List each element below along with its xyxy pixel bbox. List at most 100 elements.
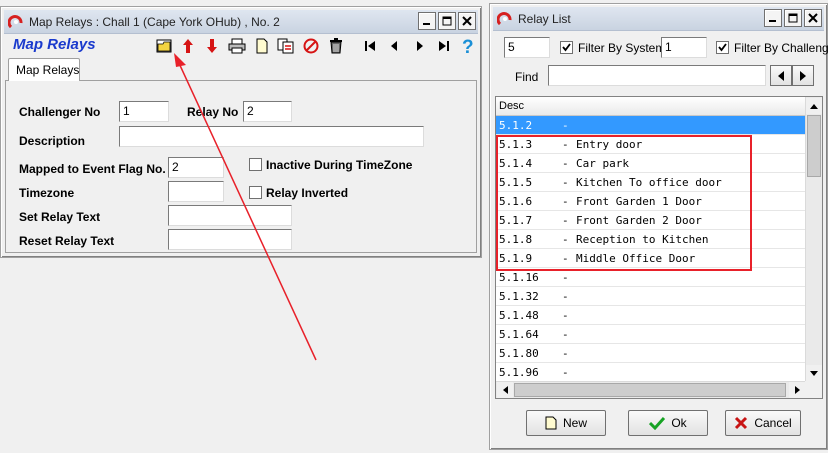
list-item[interactable]: 5.1.80 - [496,344,806,363]
new-button[interactable] [251,35,273,57]
open-button[interactable] [153,35,175,57]
find-input[interactable] [548,65,766,86]
relay-no-field[interactable]: 2 [243,101,292,122]
prev-record-button[interactable] [383,35,405,57]
challenger-no-label: Challenger No [19,105,101,119]
toolbar: ? [151,35,481,59]
relay-dash: - [562,366,569,379]
checkmark-icon [718,43,727,52]
maximize-button[interactable] [438,12,456,30]
relay-dash: - [562,328,569,341]
column-header-desc[interactable]: Desc [496,97,806,116]
cancel-button[interactable]: Cancel [725,410,801,436]
list-item[interactable]: 5.1.2 - [496,116,806,135]
set-relay-text-field[interactable] [168,205,292,226]
trash-button[interactable] [325,35,347,57]
close-button[interactable] [458,12,476,30]
horizontal-scrollbar[interactable] [496,381,806,398]
scroll-thumb[interactable] [807,115,821,177]
delete-icon [303,38,319,54]
relay-inverted-checkbox[interactable] [249,186,262,199]
window-title: Map Relays : Chall 1 (Cape York OHub) , … [29,15,280,29]
next-record-button[interactable] [409,35,431,57]
cancel-button-label: Cancel [754,416,792,430]
close-button[interactable] [804,9,822,27]
relay-inverted-label: Relay Inverted [266,186,349,200]
ok-button-label: Ok [671,416,687,430]
relay-list-titlebar[interactable]: Relay List [493,7,824,31]
checkmark-icon [649,416,666,430]
find-next-button[interactable] [792,65,814,86]
page-title: Map Relays [13,36,96,53]
inactive-timezone-checkbox[interactable] [249,158,262,171]
relay-code: 5.1.16 [499,271,539,284]
minimize-button[interactable] [764,9,782,27]
relay-code: 5.1.2 [499,119,533,132]
ok-button[interactable]: Ok [628,410,708,436]
first-record-button[interactable] [359,35,381,57]
relay-dash: - [562,271,569,284]
minimize-button[interactable] [418,12,436,30]
delete-button[interactable] [300,35,322,57]
svg-text:?: ? [462,37,474,55]
filter-challenger-field[interactable]: 1 [661,37,707,58]
relay-dash: - [562,347,569,360]
relay-list: Desc 5.1.2-5.1.3- Entry door 5.1.4- Car par… [495,96,823,399]
move-down-button[interactable] [201,35,223,57]
copy-button[interactable] [275,35,297,57]
list-item[interactable]: 5.1.64 - [496,325,806,344]
arrow-up-icon [183,39,193,53]
description-field[interactable] [119,126,424,147]
scroll-left-button[interactable] [497,382,513,398]
relay-code: 5.1.64 [499,328,539,341]
checkmark-icon [562,43,571,52]
last-record-button[interactable] [433,35,455,57]
challenger-no-field[interactable]: 1 [119,101,169,122]
list-item[interactable]: 5.1.32 - [496,287,806,306]
mapped-flag-field[interactable]: 2 [168,157,224,178]
maximize-button[interactable] [784,9,802,27]
timezone-label: Timezone [19,186,75,200]
open-folder-icon [156,39,172,53]
scroll-down-button[interactable] [806,365,822,381]
description-label: Description [19,134,86,148]
arrow-down-icon [207,39,217,53]
new-button[interactable]: New [526,410,606,436]
relay-dash: - [562,290,569,303]
scroll-right-button[interactable] [789,382,805,398]
list-item[interactable]: 5.1.48 - [496,306,806,325]
list-item[interactable]: 5.1.96 - [496,363,806,382]
filter-system-field[interactable]: 5 [504,37,550,58]
filter-challenger-checkbox[interactable] [716,41,729,54]
scroll-corner [805,381,822,398]
maximize-icon [788,13,798,23]
reset-relay-text-field[interactable] [168,229,292,250]
print-button[interactable] [226,35,248,57]
tab-map-relays[interactable]: Map Relays [8,58,80,81]
find-prev-button[interactable] [770,65,792,86]
vertical-scrollbar[interactable] [805,97,822,382]
copy-icon [277,38,294,54]
close-icon [808,13,818,23]
new-page-icon [256,38,268,54]
trash-icon [330,38,342,54]
move-up-button[interactable] [177,35,199,57]
arrow-left-icon [778,70,784,81]
scroll-up-button[interactable] [806,98,822,114]
relay-code: 5.1.80 [499,347,539,360]
h-scroll-thumb[interactable] [514,383,786,397]
chevron-up-icon [810,103,818,109]
map-relays-window: Map Relays : Chall 1 (Cape York OHub) , … [0,6,482,258]
help-icon: ? [462,37,474,55]
filter-system-checkbox[interactable] [560,41,573,54]
close-icon [462,16,472,26]
relay-code: 5.1.32 [499,290,539,303]
help-button[interactable]: ? [457,35,479,57]
relay-list-window: Relay List 5 Filter By System 1 1 Filter… [489,3,828,450]
minimize-icon [769,20,776,22]
filter-system-label: Filter By System [578,41,666,55]
chevron-left-icon [502,386,508,394]
timezone-field[interactable] [168,181,224,202]
map-relays-titlebar[interactable]: Map Relays : Chall 1 (Cape York OHub) , … [4,10,478,34]
next-record-icon [417,41,423,51]
